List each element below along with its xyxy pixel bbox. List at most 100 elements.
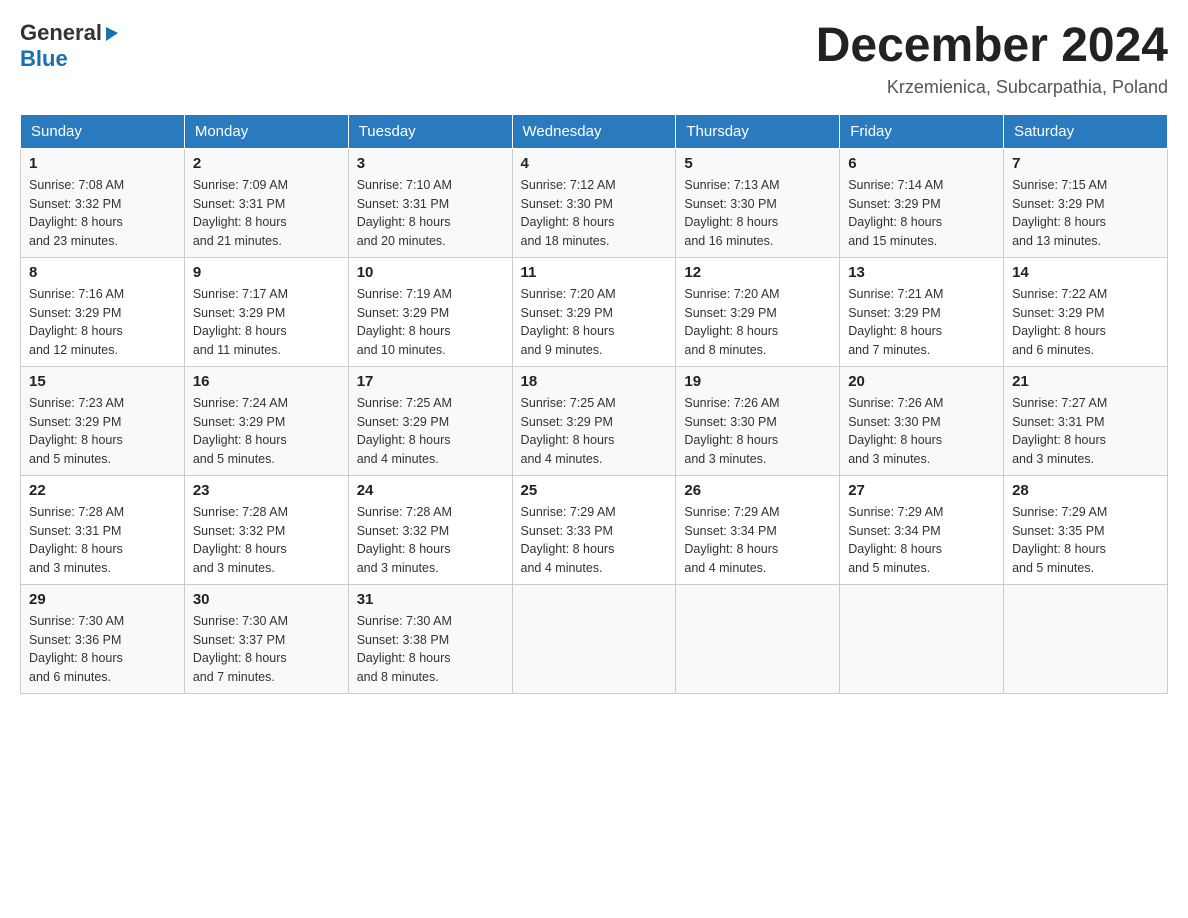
day-info: Sunrise: 7:28 AM Sunset: 3:32 PM Dayligh… (193, 503, 340, 578)
calendar-day-cell: 12 Sunrise: 7:20 AM Sunset: 3:29 PM Dayl… (676, 257, 840, 366)
day-number: 19 (684, 373, 831, 390)
day-number: 15 (29, 373, 176, 390)
calendar-day-cell: 23 Sunrise: 7:28 AM Sunset: 3:32 PM Dayl… (184, 475, 348, 584)
day-info: Sunrise: 7:28 AM Sunset: 3:32 PM Dayligh… (357, 503, 504, 578)
calendar-day-cell: 24 Sunrise: 7:28 AM Sunset: 3:32 PM Dayl… (348, 475, 512, 584)
calendar-day-cell: 28 Sunrise: 7:29 AM Sunset: 3:35 PM Dayl… (1004, 475, 1168, 584)
calendar-day-cell: 9 Sunrise: 7:17 AM Sunset: 3:29 PM Dayli… (184, 257, 348, 366)
calendar-day-cell: 30 Sunrise: 7:30 AM Sunset: 3:37 PM Dayl… (184, 584, 348, 693)
day-info: Sunrise: 7:13 AM Sunset: 3:30 PM Dayligh… (684, 176, 831, 251)
day-number: 27 (848, 482, 995, 499)
day-info: Sunrise: 7:15 AM Sunset: 3:29 PM Dayligh… (1012, 176, 1159, 251)
day-number: 16 (193, 373, 340, 390)
day-info: Sunrise: 7:26 AM Sunset: 3:30 PM Dayligh… (848, 394, 995, 469)
calendar-week-row: 29 Sunrise: 7:30 AM Sunset: 3:36 PM Dayl… (21, 584, 1168, 693)
day-number: 22 (29, 482, 176, 499)
day-info: Sunrise: 7:26 AM Sunset: 3:30 PM Dayligh… (684, 394, 831, 469)
calendar-day-cell (840, 584, 1004, 693)
calendar-day-cell (676, 584, 840, 693)
header-thursday: Thursday (676, 114, 840, 148)
day-info: Sunrise: 7:08 AM Sunset: 3:32 PM Dayligh… (29, 176, 176, 251)
calendar-day-cell: 29 Sunrise: 7:30 AM Sunset: 3:36 PM Dayl… (21, 584, 185, 693)
day-info: Sunrise: 7:30 AM Sunset: 3:36 PM Dayligh… (29, 612, 176, 687)
calendar-header: Sunday Monday Tuesday Wednesday Thursday… (21, 114, 1168, 148)
calendar-day-cell: 10 Sunrise: 7:19 AM Sunset: 3:29 PM Dayl… (348, 257, 512, 366)
calendar-week-row: 15 Sunrise: 7:23 AM Sunset: 3:29 PM Dayl… (21, 366, 1168, 475)
day-number: 23 (193, 482, 340, 499)
calendar-day-cell: 21 Sunrise: 7:27 AM Sunset: 3:31 PM Dayl… (1004, 366, 1168, 475)
calendar-week-row: 1 Sunrise: 7:08 AM Sunset: 3:32 PM Dayli… (21, 148, 1168, 257)
calendar-day-cell: 14 Sunrise: 7:22 AM Sunset: 3:29 PM Dayl… (1004, 257, 1168, 366)
header-saturday: Saturday (1004, 114, 1168, 148)
day-info: Sunrise: 7:29 AM Sunset: 3:34 PM Dayligh… (684, 503, 831, 578)
calendar-day-cell: 27 Sunrise: 7:29 AM Sunset: 3:34 PM Dayl… (840, 475, 1004, 584)
calendar-day-cell: 3 Sunrise: 7:10 AM Sunset: 3:31 PM Dayli… (348, 148, 512, 257)
calendar-day-cell: 20 Sunrise: 7:26 AM Sunset: 3:30 PM Dayl… (840, 366, 1004, 475)
calendar-day-cell (512, 584, 676, 693)
month-title: December 2024 (816, 20, 1168, 73)
weekday-header-row: Sunday Monday Tuesday Wednesday Thursday… (21, 114, 1168, 148)
calendar-day-cell: 2 Sunrise: 7:09 AM Sunset: 3:31 PM Dayli… (184, 148, 348, 257)
logo: General Blue (20, 20, 122, 72)
day-number: 5 (684, 155, 831, 172)
day-number: 10 (357, 264, 504, 281)
logo-general-text: General (20, 20, 102, 46)
day-number: 25 (521, 482, 668, 499)
day-number: 6 (848, 155, 995, 172)
calendar-day-cell: 11 Sunrise: 7:20 AM Sunset: 3:29 PM Dayl… (512, 257, 676, 366)
calendar-table: Sunday Monday Tuesday Wednesday Thursday… (20, 114, 1168, 694)
calendar-body: 1 Sunrise: 7:08 AM Sunset: 3:32 PM Dayli… (21, 148, 1168, 693)
day-info: Sunrise: 7:20 AM Sunset: 3:29 PM Dayligh… (521, 285, 668, 360)
day-info: Sunrise: 7:25 AM Sunset: 3:29 PM Dayligh… (357, 394, 504, 469)
day-info: Sunrise: 7:28 AM Sunset: 3:31 PM Dayligh… (29, 503, 176, 578)
logo-blue-text: Blue (20, 46, 68, 71)
day-number: 24 (357, 482, 504, 499)
day-number: 9 (193, 264, 340, 281)
calendar-week-row: 22 Sunrise: 7:28 AM Sunset: 3:31 PM Dayl… (21, 475, 1168, 584)
day-number: 26 (684, 482, 831, 499)
header-tuesday: Tuesday (348, 114, 512, 148)
day-number: 1 (29, 155, 176, 172)
calendar-day-cell: 4 Sunrise: 7:12 AM Sunset: 3:30 PM Dayli… (512, 148, 676, 257)
day-number: 20 (848, 373, 995, 390)
day-number: 11 (521, 264, 668, 281)
day-number: 2 (193, 155, 340, 172)
day-number: 12 (684, 264, 831, 281)
day-number: 17 (357, 373, 504, 390)
day-info: Sunrise: 7:21 AM Sunset: 3:29 PM Dayligh… (848, 285, 995, 360)
day-number: 13 (848, 264, 995, 281)
header-monday: Monday (184, 114, 348, 148)
header-wednesday: Wednesday (512, 114, 676, 148)
calendar-day-cell: 5 Sunrise: 7:13 AM Sunset: 3:30 PM Dayli… (676, 148, 840, 257)
calendar-day-cell: 31 Sunrise: 7:30 AM Sunset: 3:38 PM Dayl… (348, 584, 512, 693)
day-number: 30 (193, 591, 340, 608)
day-info: Sunrise: 7:17 AM Sunset: 3:29 PM Dayligh… (193, 285, 340, 360)
day-info: Sunrise: 7:10 AM Sunset: 3:31 PM Dayligh… (357, 176, 504, 251)
calendar-day-cell: 7 Sunrise: 7:15 AM Sunset: 3:29 PM Dayli… (1004, 148, 1168, 257)
calendar-day-cell: 19 Sunrise: 7:26 AM Sunset: 3:30 PM Dayl… (676, 366, 840, 475)
day-info: Sunrise: 7:30 AM Sunset: 3:38 PM Dayligh… (357, 612, 504, 687)
day-info: Sunrise: 7:20 AM Sunset: 3:29 PM Dayligh… (684, 285, 831, 360)
calendar-day-cell: 25 Sunrise: 7:29 AM Sunset: 3:33 PM Dayl… (512, 475, 676, 584)
calendar-day-cell: 8 Sunrise: 7:16 AM Sunset: 3:29 PM Dayli… (21, 257, 185, 366)
calendar-day-cell: 22 Sunrise: 7:28 AM Sunset: 3:31 PM Dayl… (21, 475, 185, 584)
calendar-week-row: 8 Sunrise: 7:16 AM Sunset: 3:29 PM Dayli… (21, 257, 1168, 366)
header-sunday: Sunday (21, 114, 185, 148)
day-info: Sunrise: 7:30 AM Sunset: 3:37 PM Dayligh… (193, 612, 340, 687)
day-number: 28 (1012, 482, 1159, 499)
calendar-day-cell: 13 Sunrise: 7:21 AM Sunset: 3:29 PM Dayl… (840, 257, 1004, 366)
day-info: Sunrise: 7:12 AM Sunset: 3:30 PM Dayligh… (521, 176, 668, 251)
calendar-day-cell: 15 Sunrise: 7:23 AM Sunset: 3:29 PM Dayl… (21, 366, 185, 475)
day-number: 8 (29, 264, 176, 281)
page-header: General Blue December 2024 Krzemienica, … (20, 20, 1168, 98)
location-text: Krzemienica, Subcarpathia, Poland (816, 77, 1168, 98)
calendar-day-cell (1004, 584, 1168, 693)
day-number: 3 (357, 155, 504, 172)
day-number: 7 (1012, 155, 1159, 172)
day-info: Sunrise: 7:22 AM Sunset: 3:29 PM Dayligh… (1012, 285, 1159, 360)
calendar-day-cell: 26 Sunrise: 7:29 AM Sunset: 3:34 PM Dayl… (676, 475, 840, 584)
day-number: 14 (1012, 264, 1159, 281)
calendar-day-cell: 18 Sunrise: 7:25 AM Sunset: 3:29 PM Dayl… (512, 366, 676, 475)
day-number: 31 (357, 591, 504, 608)
logo-triangle-icon (102, 23, 122, 43)
